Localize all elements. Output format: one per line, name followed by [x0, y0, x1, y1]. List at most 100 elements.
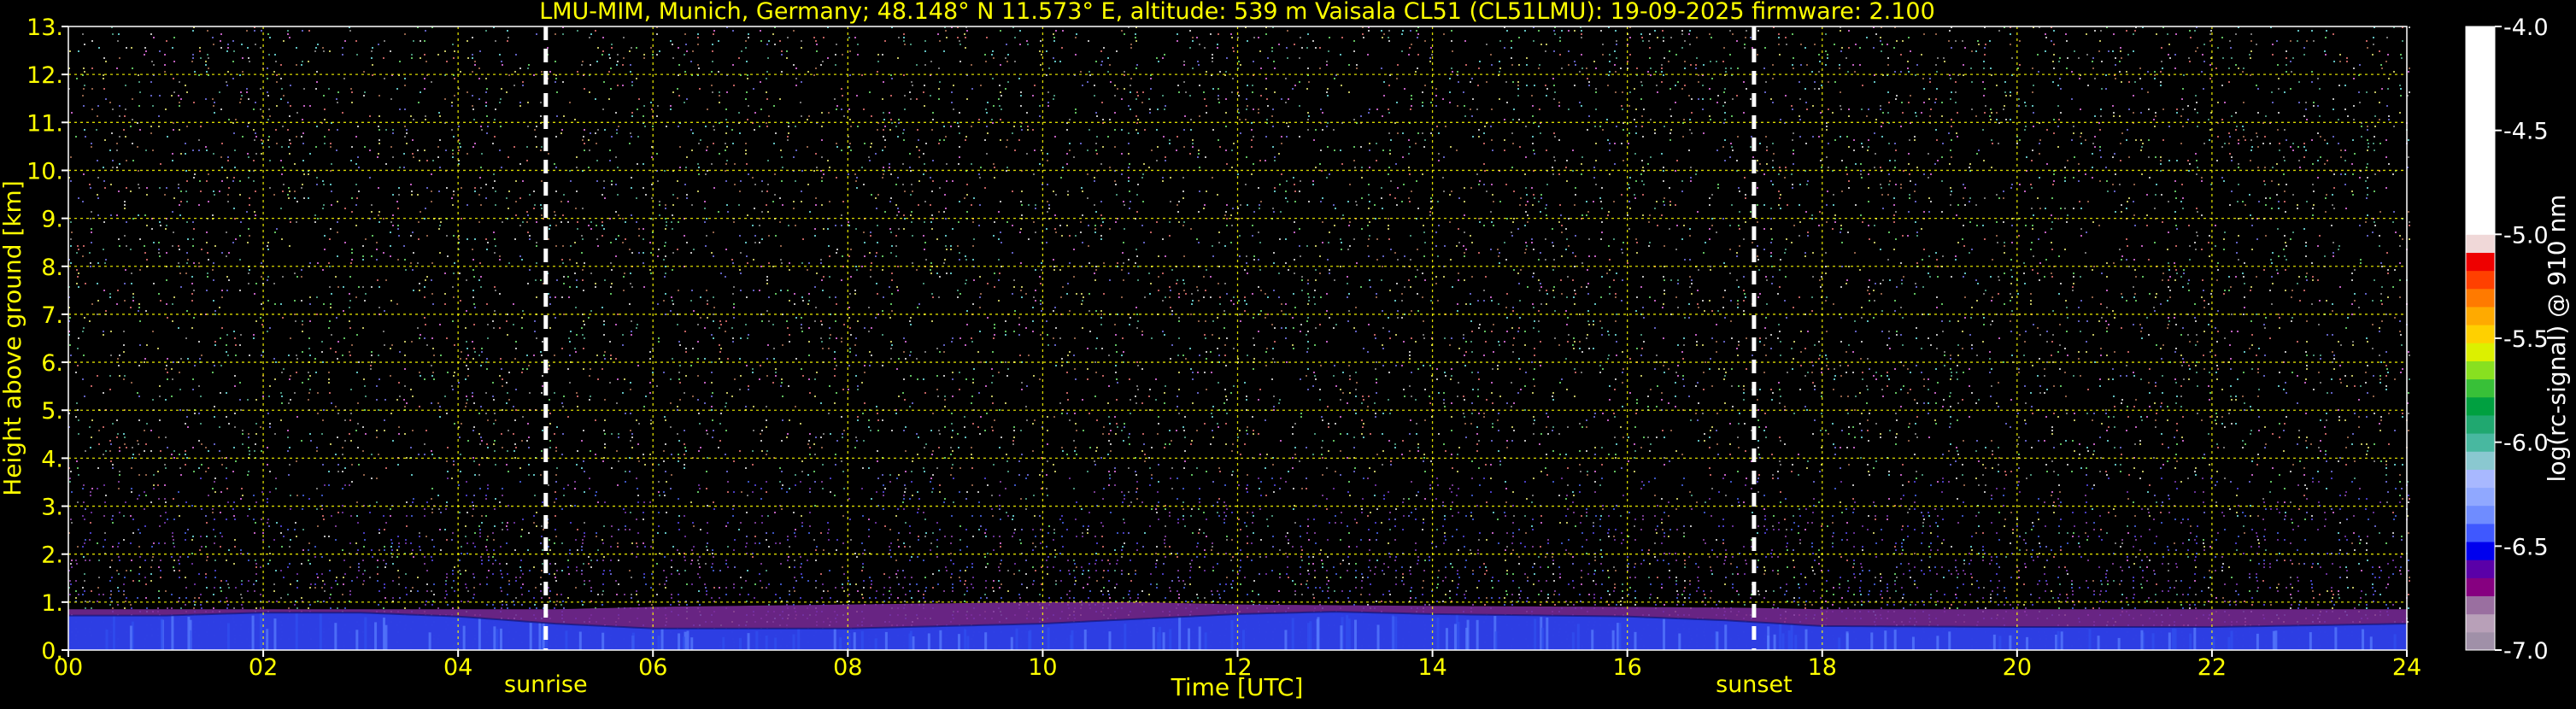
noise-speck: [1546, 44, 1547, 45]
noise-speck: [2121, 259, 2122, 261]
noise-speck: [1285, 197, 1287, 199]
noise-speck: [119, 57, 120, 59]
noise-speck: [1587, 269, 1588, 271]
noise-speck: [1811, 218, 1813, 220]
noise-speck: [2399, 112, 2401, 114]
noise-speck: [666, 126, 667, 127]
noise-speck: [1020, 228, 1022, 230]
noise-speck: [1998, 276, 1999, 278]
noise-speck: [562, 33, 564, 35]
noise-speck: [835, 54, 836, 56]
noise-speck: [1670, 279, 1672, 281]
noise-speck: [1609, 54, 1611, 56]
noise-speck: [2039, 279, 2040, 281]
noise-speck: [1663, 40, 1664, 42]
noise-speck: [466, 279, 467, 281]
noise-speck: [939, 187, 941, 189]
noise-speck: [780, 245, 782, 247]
noise-speck: [2203, 61, 2205, 62]
noise-speck: [1464, 231, 1465, 233]
noise-speck: [1532, 115, 1534, 117]
noise-speck: [150, 95, 152, 97]
noise-speck: [1374, 204, 1376, 206]
noise-speck: [1689, 286, 1691, 288]
noise-speck: [303, 105, 305, 107]
noise-speck: [1253, 61, 1254, 62]
noise-speck: [1124, 204, 1125, 206]
noise-speck: [2101, 272, 2103, 274]
noise-speck: [420, 57, 421, 59]
noise-speck: [1506, 102, 1508, 103]
noise-speck: [563, 276, 565, 278]
noise-speck: [2351, 272, 2353, 274]
noise-speck: [2046, 129, 2048, 131]
noise-speck: [2305, 242, 2307, 243]
noise-speck: [2197, 112, 2198, 114]
noise-speck: [998, 98, 1000, 100]
noise-speck: [1705, 242, 1706, 243]
noise-speck: [1846, 136, 1848, 138]
noise-speck: [280, 208, 282, 209]
noise-speck: [2113, 262, 2115, 264]
noise-speck: [2373, 44, 2374, 45]
noise-speck: [2379, 119, 2380, 120]
noise-speck: [930, 221, 932, 223]
noise-speck: [419, 290, 420, 291]
noise-speck: [889, 286, 890, 288]
noise-speck: [1716, 102, 1718, 103]
noise-speck: [207, 272, 208, 274]
noise-speck: [255, 136, 257, 138]
noise-speck: [1326, 126, 1328, 127]
noise-speck: [2381, 88, 2383, 90]
noise-speck: [2395, 231, 2397, 233]
noise-speck: [302, 184, 303, 185]
noise-speck: [786, 57, 788, 59]
noise-speck: [1123, 201, 1124, 202]
noise-speck: [821, 204, 823, 206]
noise-speck: [97, 214, 99, 216]
noise-speck: [411, 194, 413, 196]
noise-speck: [1260, 95, 1262, 97]
noise-speck: [1739, 211, 1740, 213]
noise-speck: [486, 132, 488, 134]
noise-speck: [1088, 40, 1089, 42]
noise-speck: [1107, 136, 1109, 138]
noise-speck: [77, 245, 79, 247]
noise-speck: [1006, 139, 1008, 141]
noise-speck: [1349, 184, 1351, 185]
noise-speck: [2031, 242, 2033, 243]
noise-speck: [1491, 184, 1493, 185]
noise-speck: [1498, 255, 1499, 257]
noise-speck: [2332, 136, 2334, 138]
noise-speck: [97, 194, 98, 196]
noise-speck: [2374, 115, 2376, 117]
noise-speck: [1909, 139, 1910, 141]
noise-speck: [1014, 37, 1016, 38]
noise-speck: [678, 95, 680, 97]
noise-speck: [240, 221, 242, 223]
noise-speck: [2105, 167, 2107, 168]
noise-speck: [883, 167, 884, 168]
noise-speck: [1778, 190, 1780, 192]
noise-speck: [1855, 163, 1857, 165]
noise-speck: [959, 44, 961, 45]
noise-speck: [1192, 37, 1194, 38]
noise-speck: [670, 40, 672, 42]
noise-speck: [850, 276, 852, 278]
noise-speck: [2059, 57, 2061, 59]
noise-speck: [125, 136, 126, 138]
noise-speck: [1915, 221, 1916, 223]
noise-speck: [1450, 146, 1452, 148]
noise-speck: [1881, 187, 1882, 189]
noise-speck: [1218, 283, 1219, 284]
noise-speck: [2051, 214, 2052, 216]
noise-speck: [392, 214, 394, 216]
noise-speck: [2231, 160, 2233, 161]
noise-speck: [139, 129, 141, 131]
noise-speck: [1683, 225, 1685, 226]
noise-speck: [116, 214, 118, 216]
noise-speck: [842, 201, 844, 202]
noise-speck: [595, 283, 596, 284]
noise-speck: [959, 252, 960, 254]
noise-speck: [560, 221, 562, 223]
